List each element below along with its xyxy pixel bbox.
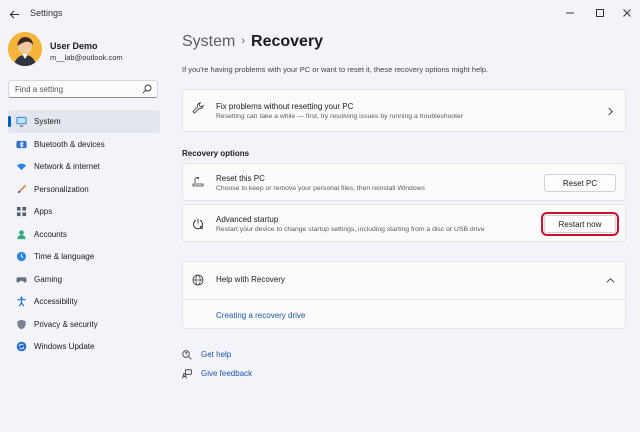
sidebar-item-time-language[interactable]: Time & language: [8, 245, 160, 268]
sidebar-item-label: System: [34, 117, 61, 126]
sidebar-item-label: Gaming: [34, 274, 63, 284]
sidebar-item-system[interactable]: System: [8, 110, 160, 133]
wifi-icon: [16, 163, 27, 171]
help-recovery-card: Help with Recovery Creating a recovery d…: [182, 261, 626, 329]
feedback-icon: [182, 369, 192, 379]
settings-window: Settings User Demo m__lab@outlook.com Fi…: [0, 0, 640, 432]
user-name: User Demo: [50, 41, 98, 51]
sidebar-item-privacy-security[interactable]: Privacy & security: [8, 313, 160, 336]
minimize-icon: [566, 12, 574, 14]
person-icon: [17, 229, 26, 239]
advanced-startup-title: Advanced startup: [216, 215, 279, 224]
globe-clock-icon: [16, 251, 27, 262]
sidebar-nav: System Bluetooth & devices Network & int…: [8, 110, 160, 358]
reset-pc-card: Reset this PC Choose to keep or remove y…: [182, 163, 626, 201]
help-recovery-header[interactable]: Help with Recovery: [183, 262, 625, 299]
close-button[interactable]: [616, 4, 638, 22]
fix-problems-card[interactable]: Fix problems without resetting your PC R…: [182, 89, 626, 132]
sidebar-item-windows-update[interactable]: Windows Update: [8, 335, 160, 358]
sidebar-item-accounts[interactable]: Accounts: [8, 223, 160, 246]
chevron-right-icon: [608, 107, 613, 116]
reset-pc-icon: [192, 177, 204, 187]
shield-icon: [17, 319, 26, 329]
avatar: [8, 32, 42, 66]
reset-pc-button[interactable]: Reset PC: [544, 174, 616, 192]
advanced-startup-card: Advanced startup Restart your device to …: [182, 204, 626, 242]
fix-problems-desc: Resetting can take a while — first, try …: [216, 113, 464, 120]
user-avatar-icon: [8, 32, 42, 66]
sidebar-item-label: Accessibility: [34, 297, 78, 306]
arrow-left-icon: [9, 9, 19, 19]
help-divider: [183, 299, 625, 300]
apps-icon: [16, 206, 27, 217]
minimize-button[interactable]: [559, 4, 581, 22]
sidebar-item-bluetooth[interactable]: Bluetooth & devices: [8, 133, 160, 156]
sidebar-item-network[interactable]: Network & internet: [8, 155, 160, 178]
breadcrumb: System › Recovery: [182, 33, 323, 51]
search-box: [8, 80, 158, 98]
bluetooth-icon: [16, 140, 27, 148]
sidebar-item-label: Time & language: [34, 252, 95, 261]
restart-now-button[interactable]: Restart now: [541, 212, 619, 236]
recovery-options-heading: Recovery options: [182, 149, 250, 158]
close-icon: [623, 9, 631, 17]
get-help-link[interactable]: Get help: [201, 350, 231, 359]
search-input[interactable]: [15, 83, 135, 95]
back-button[interactable]: [6, 6, 22, 22]
sync-icon: [16, 341, 27, 352]
sidebar-item-label: Accounts: [34, 229, 67, 239]
advanced-startup-icon: [193, 218, 204, 230]
brush-icon: [17, 184, 27, 193]
search-icon[interactable]: [142, 84, 152, 94]
intro-text: If you're having problems with your PC o…: [182, 65, 489, 74]
maximize-button[interactable]: [589, 4, 611, 22]
fix-problems-title: Fix problems without resetting your PC: [216, 102, 354, 111]
accessibility-icon: [17, 296, 26, 307]
globe-icon: [192, 274, 204, 286]
page-title: Recovery: [251, 33, 324, 50]
sidebar-item-gaming[interactable]: Gaming: [8, 268, 160, 291]
sidebar-item-label: Personalization: [34, 184, 89, 194]
advanced-startup-desc: Restart your device to change startup se…: [216, 226, 485, 233]
sidebar-item-label: Privacy & security: [34, 319, 98, 329]
breadcrumb-separator: ›: [241, 35, 246, 47]
sidebar-item-label: Windows Update: [34, 342, 95, 351]
chevron-up-icon: [606, 278, 615, 283]
reset-pc-title: Reset this PC: [216, 174, 265, 183]
sidebar-item-label: Apps: [34, 207, 53, 216]
maximize-icon: [596, 9, 604, 17]
sidebar-item-accessibility[interactable]: Accessibility: [8, 290, 160, 313]
help-recovery-title: Help with Recovery: [216, 275, 285, 284]
recovery-drive-link[interactable]: Creating a recovery drive: [216, 311, 305, 320]
breadcrumb-parent[interactable]: System: [182, 33, 235, 50]
user-email: m__lab@outlook.com: [50, 53, 123, 62]
sidebar-item-label: Network & internet: [34, 162, 100, 171]
help-chat-icon: [182, 350, 192, 360]
sidebar-item-personalization[interactable]: Personalization: [8, 178, 160, 201]
sidebar-item-apps[interactable]: Apps: [8, 200, 160, 223]
title-bar: Settings: [0, 0, 640, 28]
gamepad-icon: [16, 276, 27, 283]
reset-pc-desc: Choose to keep or remove your personal f…: [216, 185, 425, 192]
give-feedback-link[interactable]: Give feedback: [201, 369, 252, 378]
wrench-icon: [192, 102, 204, 114]
monitor-icon: [16, 116, 27, 127]
sidebar-item-label: Bluetooth & devices: [34, 139, 105, 149]
window-title: Settings: [30, 8, 63, 18]
